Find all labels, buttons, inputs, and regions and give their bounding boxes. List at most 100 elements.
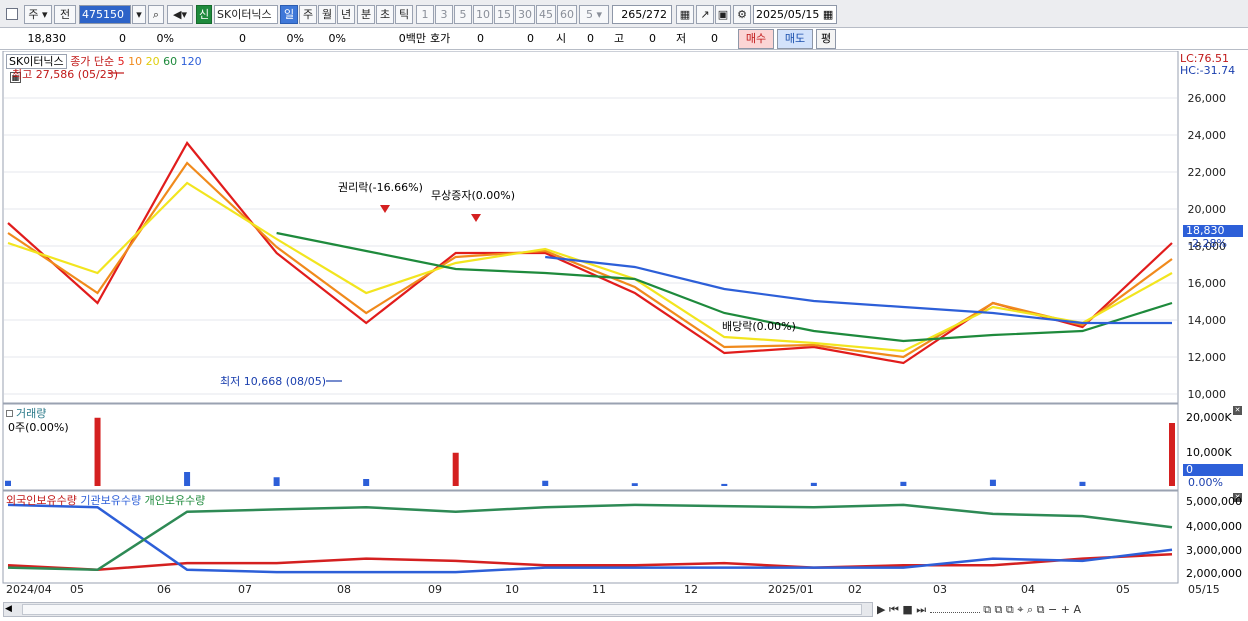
arrow-tool-icon[interactable]: ↗	[696, 5, 714, 24]
y-tick: 26,000	[1187, 92, 1227, 105]
tab-minute[interactable]: 분	[357, 5, 375, 24]
font-icon[interactable]: A	[1073, 603, 1081, 616]
x-tick: 10	[505, 583, 519, 596]
change-rate: 0%	[156, 32, 174, 45]
window-menu-icon[interactable]	[6, 8, 18, 20]
tab-second[interactable]: 초	[376, 5, 394, 24]
legend-ma-10: 10	[128, 55, 143, 68]
count-input[interactable]: 265/272	[612, 5, 672, 24]
y-tick: 14,000	[1187, 314, 1227, 327]
new-badge: 신	[196, 5, 212, 24]
volume-checkbox[interactable]	[6, 410, 13, 417]
tab-day[interactable]: 일	[280, 5, 298, 24]
gear-icon[interactable]: ⚙	[733, 5, 751, 24]
sell-button[interactable]: 매도	[777, 29, 813, 49]
volume-bar	[900, 481, 907, 486]
x-tick: 05	[70, 583, 84, 596]
last-icon[interactable]: ⏭	[916, 603, 926, 616]
zoom-in-icon[interactable]: +	[1061, 603, 1070, 616]
volume-current-pct: 0.00%	[1188, 476, 1223, 489]
y-tick: 16,000	[1187, 277, 1227, 290]
x-tick: 04	[1021, 583, 1035, 596]
interval-3[interactable]: 3	[435, 5, 453, 24]
calendar-icon[interactable]: ▦	[823, 8, 833, 21]
scroll-left-icon[interactable]: ◀	[5, 604, 17, 615]
current-price-tag: 18,830	[1183, 225, 1243, 237]
current-price: 18,830	[27, 32, 67, 45]
close-icon[interactable]: ✕	[1233, 406, 1242, 415]
x-tick: 02	[848, 583, 862, 596]
legend-ma-60: 60	[163, 55, 178, 68]
interval-60[interactable]: 60	[557, 5, 577, 24]
buy-button[interactable]: 매수	[738, 29, 774, 49]
chart-area[interactable]	[0, 51, 1248, 603]
volume-bar	[810, 482, 817, 486]
volume-panel[interactable]	[2, 403, 1179, 491]
stock-name-field[interactable]: SK이터닉스	[214, 5, 278, 24]
volume-bar	[631, 483, 638, 486]
window-icon[interactable]: ⧉	[983, 603, 991, 616]
grid-icon[interactable]: ▦	[676, 5, 694, 24]
volume-bar	[542, 480, 549, 486]
trade-amount: 0백만	[398, 32, 426, 45]
low-label: 저	[676, 32, 687, 45]
legend-institution[interactable]: 기관보유수량	[80, 494, 141, 507]
date-input[interactable]: 2025/05/15 ▦	[753, 5, 837, 24]
volume-bar	[94, 417, 101, 486]
high-marker: 최고 27,586 (05/23)	[12, 68, 119, 81]
scroll-thumb[interactable]	[22, 604, 862, 615]
code-dropdown-icon[interactable]: ▾	[132, 5, 146, 24]
interval-1[interactable]: 1	[416, 5, 434, 24]
crosshair-icon[interactable]: ⌖	[1017, 603, 1023, 616]
tab-year[interactable]: 년	[337, 5, 355, 24]
volume-bar	[5, 480, 11, 486]
high-value: 0	[649, 32, 656, 45]
interval-15[interactable]: 15	[494, 5, 514, 24]
y-tick: 22,000	[1187, 166, 1227, 179]
volume-bar	[1169, 423, 1175, 486]
annotation-rights-off: 권리락(-16.66%)	[338, 181, 423, 194]
stop-icon[interactable]: ■	[902, 603, 912, 616]
prev-button[interactable]: 전	[54, 5, 76, 24]
low-value: 0	[711, 32, 718, 45]
ask-value-2: 0	[527, 32, 534, 45]
open-label: 시	[556, 32, 567, 45]
interval-select[interactable]: 5 ▾	[579, 5, 609, 24]
stock-code-input[interactable]: 475150	[79, 5, 131, 24]
price-panel[interactable]	[2, 51, 1179, 404]
horizontal-scrollbar[interactable]: ◀	[3, 602, 873, 617]
speaker-icon[interactable]: ◀▾	[167, 5, 193, 24]
period-select[interactable]: 주 ▾	[24, 5, 52, 24]
search-icon[interactable]: ⌕	[148, 5, 164, 24]
tile-icon[interactable]: ⧉	[1006, 603, 1014, 616]
y-tick: 12,000	[1187, 351, 1227, 364]
eval-button[interactable]: 평	[816, 29, 836, 49]
y-tick: 20,000	[1187, 203, 1227, 216]
legend-individual[interactable]: 개인보유수량	[145, 494, 206, 507]
chart-type-icon[interactable]: ⧉	[1037, 603, 1045, 616]
interval-5[interactable]: 5	[454, 5, 472, 24]
save-icon[interactable]: ▣	[715, 5, 731, 24]
tab-tick[interactable]: 틱	[395, 5, 413, 24]
interval-45[interactable]: 45	[536, 5, 556, 24]
x-tick: 05	[1116, 583, 1130, 596]
first-icon[interactable]: ⏮	[889, 603, 899, 616]
tab-week[interactable]: 주	[299, 5, 317, 24]
magnify-icon[interactable]: ⌕	[1027, 603, 1033, 616]
holdings-y-tick: 3,000,000	[1186, 544, 1242, 557]
tab-month[interactable]: 월	[318, 5, 336, 24]
y-tick: 10,000	[1187, 388, 1227, 401]
scroll-right-icon[interactable]: ▶	[877, 603, 885, 616]
legend-foreign[interactable]: 외국인보유수량	[6, 494, 77, 507]
volume-bar	[989, 479, 996, 486]
interval-10[interactable]: 10	[473, 5, 493, 24]
layout-icon[interactable]: ⧉	[995, 603, 1003, 616]
chart-controls: ▶ ⏮ ■ ⏭ ⧉ ⧉ ⧉ ⌖ ⌕ ⧉ − + A	[877, 602, 1237, 619]
interval-30[interactable]: 30	[515, 5, 535, 24]
zoom-track[interactable]	[929, 612, 980, 613]
volume-bar	[184, 472, 191, 486]
annotation-dividend: 배당락(0.00%)	[722, 320, 796, 333]
ask-label: 호가	[430, 32, 451, 45]
zoom-out-icon[interactable]: −	[1048, 603, 1057, 616]
holdings-y-tick: 5,000,000	[1186, 495, 1242, 508]
